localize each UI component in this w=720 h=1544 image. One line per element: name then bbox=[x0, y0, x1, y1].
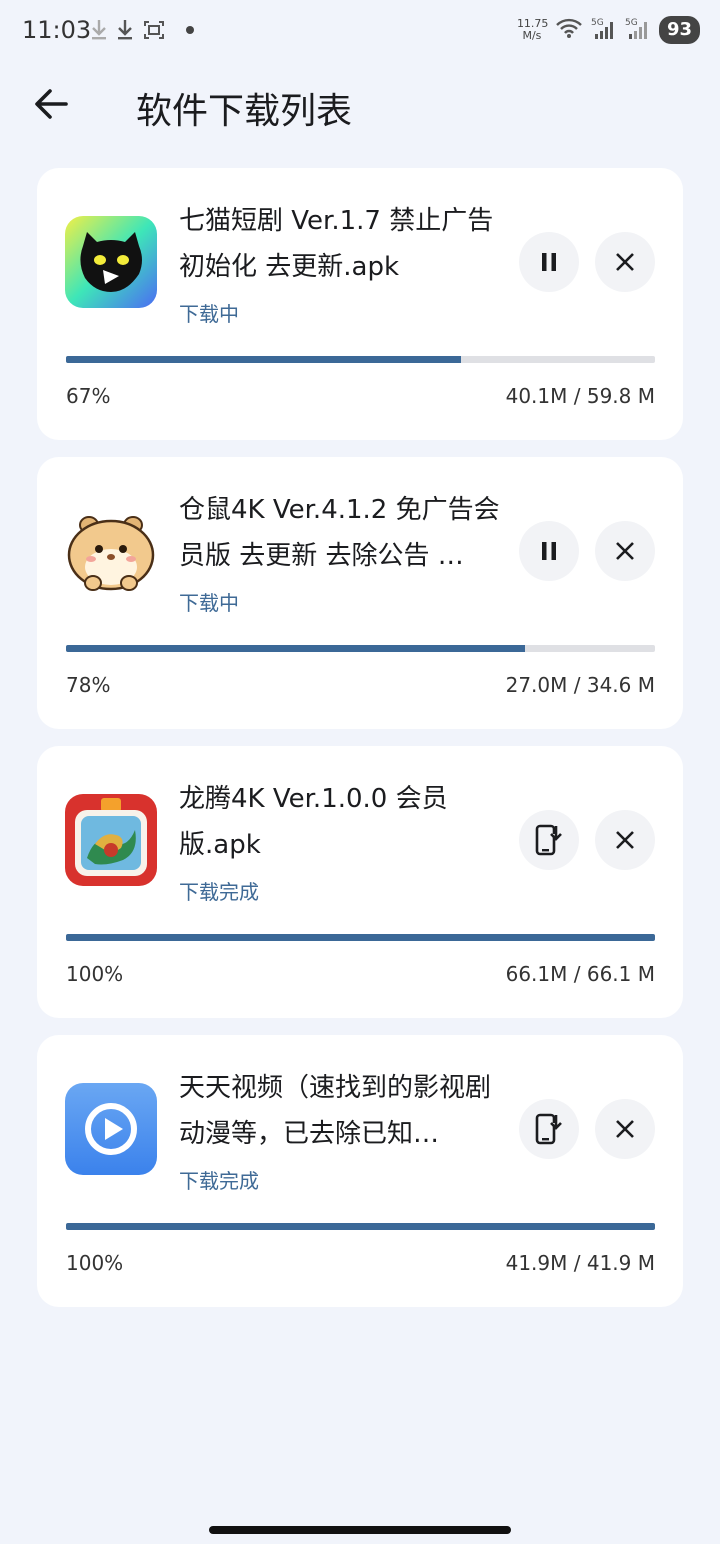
download-status: 下载中 bbox=[179, 302, 239, 326]
progress-bar bbox=[66, 1223, 655, 1230]
back-button[interactable] bbox=[30, 84, 78, 124]
wifi-icon bbox=[555, 17, 583, 43]
svg-text:5G: 5G bbox=[625, 18, 638, 28]
close-icon bbox=[616, 253, 634, 271]
progress-fill bbox=[66, 645, 526, 652]
status-bar: 11:03 11.75 M/s 5G 5G 93 bbox=[0, 0, 720, 66]
cancel-download-button[interactable] bbox=[595, 521, 655, 581]
download-size: 41.9M / 41.9 M bbox=[505, 1251, 655, 1275]
battery-indicator: 93 bbox=[658, 16, 700, 44]
close-icon bbox=[616, 831, 634, 849]
signal-5g-icon: 5G bbox=[625, 16, 651, 44]
signal-5g-icon: 5G bbox=[591, 16, 617, 44]
app-icon-hamster bbox=[65, 505, 157, 597]
svg-text:5G: 5G bbox=[591, 18, 604, 28]
download-status: 下载完成 bbox=[179, 880, 259, 904]
pause-icon bbox=[542, 542, 556, 560]
screenshot-icon bbox=[142, 18, 166, 42]
download-status: 下载中 bbox=[179, 591, 239, 615]
net-speed: 11.75 M/s bbox=[516, 17, 549, 42]
download-size: 27.0M / 34.6 M bbox=[505, 673, 655, 697]
download-card: 龙腾4K Ver.1.0.0 会员版.apk 下载完成 100% 66.1M /… bbox=[37, 746, 683, 1018]
progress-bar bbox=[66, 645, 655, 652]
download-size: 40.1M / 59.8 M bbox=[505, 384, 655, 408]
progress-bar bbox=[66, 934, 655, 941]
more-notifications-dot bbox=[186, 26, 194, 34]
app-name: 七猫短剧 Ver.1.7 禁止广告初始化 去更新.apk bbox=[179, 206, 494, 282]
install-button[interactable] bbox=[519, 1099, 579, 1159]
delete-button[interactable] bbox=[595, 810, 655, 870]
download-card: 仓鼠4K Ver.4.1.2 免广告会员版 去更新 去除公告 … 下载中 78%… bbox=[37, 457, 683, 729]
app-bar: 软件下载列表 bbox=[0, 66, 720, 150]
app-icon-qimao bbox=[65, 216, 157, 308]
status-time: 11:03 bbox=[22, 16, 92, 44]
pause-icon bbox=[542, 253, 556, 271]
page-title: 软件下载列表 bbox=[136, 91, 353, 132]
download-size: 66.1M / 66.1 M bbox=[505, 962, 655, 986]
notification-icons bbox=[90, 18, 194, 42]
progress-percent: 67% bbox=[66, 384, 111, 408]
close-icon bbox=[616, 1120, 634, 1138]
pause-button[interactable] bbox=[519, 232, 579, 292]
delete-button[interactable] bbox=[595, 1099, 655, 1159]
app-icon-tiantian bbox=[65, 1083, 157, 1175]
home-indicator[interactable] bbox=[209, 1526, 511, 1534]
install-icon bbox=[535, 1113, 562, 1145]
close-icon bbox=[616, 542, 634, 560]
app-icon-longteng bbox=[65, 794, 157, 886]
download-card: 七猫短剧 Ver.1.7 禁止广告初始化 去更新.apk 下载中 67% 40.… bbox=[37, 168, 683, 440]
install-icon bbox=[535, 824, 562, 856]
progress-percent: 78% bbox=[66, 673, 111, 697]
download-status: 下载完成 bbox=[179, 1169, 259, 1193]
progress-fill bbox=[66, 934, 655, 941]
app-name: 天天视频（速找到的影视剧动漫等，已去除已知… bbox=[179, 1073, 492, 1149]
pause-button[interactable] bbox=[519, 521, 579, 581]
download-card: 天天视频（速找到的影视剧动漫等，已去除已知… 下载完成 100% 41.9M /… bbox=[37, 1035, 683, 1307]
progress-fill bbox=[66, 356, 461, 363]
progress-percent: 100% bbox=[66, 962, 124, 986]
app-name: 龙腾4K Ver.1.0.0 会员版.apk bbox=[179, 784, 448, 860]
progress-percent: 100% bbox=[66, 1251, 124, 1275]
app-name: 仓鼠4K Ver.4.1.2 免广告会员版 去更新 去除公告 … bbox=[179, 495, 500, 571]
download-icon bbox=[90, 18, 108, 42]
install-button[interactable] bbox=[519, 810, 579, 870]
progress-bar bbox=[66, 356, 655, 363]
arrow-left-icon bbox=[35, 89, 68, 119]
cancel-download-button[interactable] bbox=[595, 232, 655, 292]
download-icon bbox=[116, 18, 134, 42]
progress-fill bbox=[66, 1223, 655, 1230]
